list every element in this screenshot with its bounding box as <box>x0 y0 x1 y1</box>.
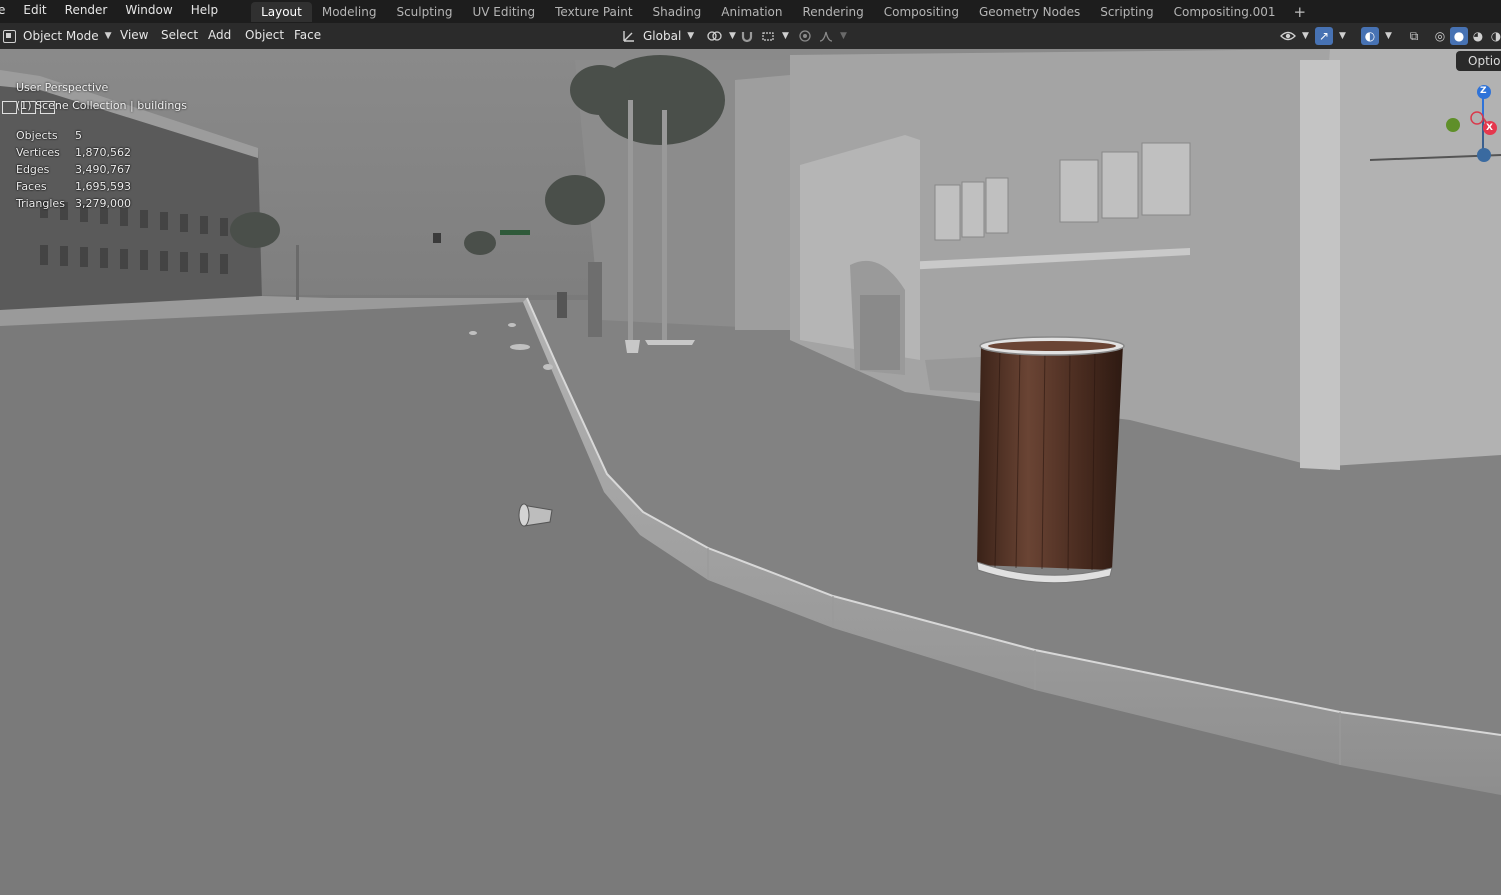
options-button[interactable]: Options <box>1456 51 1501 71</box>
shading-solid-button[interactable]: ● <box>1450 26 1468 46</box>
tab-geometry-nodes[interactable]: Geometry Nodes <box>969 2 1090 22</box>
menu-file[interactable]: e <box>0 0 14 23</box>
rendered-sphere-icon: ◑ <box>1490 29 1501 43</box>
shading-material-button[interactable]: ◕ <box>1469 26 1487 46</box>
tab-compositing[interactable]: Compositing <box>874 2 969 22</box>
solid-sphere-icon: ● <box>1450 27 1468 45</box>
add-menu[interactable]: Add <box>208 26 231 46</box>
chevron-down-icon: ▼ <box>729 31 736 41</box>
scene-render <box>0 49 1501 895</box>
3d-viewport[interactable]: Z X User Perspective (1) Scene Collectio… <box>0 49 1501 895</box>
chevron-down-icon: ▼ <box>1302 31 1309 41</box>
snap-toggle[interactable] <box>739 26 755 46</box>
chevron-down-icon: ▼ <box>1385 31 1392 41</box>
orientation-label: Global <box>643 29 682 43</box>
chevron-down-icon: ▼ <box>840 31 847 41</box>
top-bar: e Edit Render Window Help Layout Modelin… <box>0 0 1501 23</box>
select-new-icon[interactable] <box>2 101 17 114</box>
stat-row: Objects 5 <box>16 127 131 144</box>
stat-value: 3,490,767 <box>75 163 131 176</box>
falloff-curve-icon <box>819 31 833 42</box>
object-mode-select[interactable]: Object Mode ▼ <box>3 26 112 46</box>
add-workspace-button[interactable]: + <box>1286 2 1315 22</box>
material-sphere-icon: ◕ <box>1472 29 1484 43</box>
shading-wireframe-button[interactable]: ◎ <box>1431 26 1449 46</box>
chevron-down-icon: ▼ <box>104 31 112 41</box>
stat-value: 1,870,562 <box>75 146 131 159</box>
active-collection-label: (1) Scene Collection | buildings <box>16 99 188 112</box>
tab-uv-editing[interactable]: UV Editing <box>463 2 546 22</box>
xray-icon: ⧉ <box>1409 29 1419 43</box>
tab-rendering[interactable]: Rendering <box>792 2 873 22</box>
tab-layout[interactable]: Layout <box>251 1 312 22</box>
tab-sculpting[interactable]: Sculpting <box>386 2 462 22</box>
stat-row: Edges 3,490,767 <box>16 161 131 178</box>
stat-label: Vertices <box>16 146 60 159</box>
workspace-tabs: Layout Modeling Sculpting UV Editing Tex… <box>251 0 1314 23</box>
stat-label: Triangles <box>16 197 65 210</box>
object-menu[interactable]: Object <box>245 26 284 46</box>
transform-orientation-select[interactable]: Global ▼ <box>621 26 694 46</box>
tab-animation[interactable]: Animation <box>711 2 792 22</box>
proportional-editing-toggle[interactable] <box>797 26 813 46</box>
tab-scripting[interactable]: Scripting <box>1090 2 1163 22</box>
wireframe-sphere-icon: ◎ <box>1434 29 1446 43</box>
visibility-select[interactable]: ▼ <box>1280 26 1309 46</box>
stat-row: Faces 1,695,593 <box>16 178 131 195</box>
proportional-edit-icon <box>799 30 811 42</box>
snap-increment-icon <box>762 32 774 41</box>
stat-label: Edges <box>16 163 50 176</box>
scene-statistics: Objects 5 Vertices 1,870,562 Edges 3,490,76… <box>16 127 131 212</box>
stat-row: Vertices 1,870,562 <box>16 144 131 161</box>
menu-edit[interactable]: Edit <box>14 0 55 23</box>
chevron-down-icon: ▼ <box>687 31 695 41</box>
chevron-down-icon: ▼ <box>1339 31 1346 41</box>
tab-texture-paint[interactable]: Texture Paint <box>545 2 642 22</box>
view-perspective-label: User Perspective <box>16 81 109 94</box>
shading-rendered-button[interactable]: ◑ <box>1487 26 1501 46</box>
mode-label: Object Mode <box>23 29 99 43</box>
gizmo-toggle[interactable]: ↗ ▼ <box>1315 26 1346 46</box>
tab-compositing-001[interactable]: Compositing.001 <box>1164 2 1286 22</box>
magnet-icon <box>741 32 753 43</box>
object-mode-icon <box>3 29 16 43</box>
gizmo-icon: ↗ <box>1315 27 1333 45</box>
stat-label: Faces <box>16 180 47 193</box>
stat-value: 5 <box>75 129 82 142</box>
stat-value: 1,695,593 <box>75 180 131 193</box>
chevron-down-icon: ▼ <box>782 31 789 41</box>
menu-window[interactable]: Window <box>116 0 181 23</box>
stat-row: Triangles 3,279,000 <box>16 195 131 212</box>
xray-toggle[interactable]: ⧉ <box>1405 26 1423 46</box>
tab-shading[interactable]: Shading <box>643 2 712 22</box>
view-menu[interactable]: View <box>120 26 148 46</box>
orientation-axes-icon <box>623 31 634 42</box>
stat-label: Objects <box>16 129 58 142</box>
gizmo-z-label[interactable]: Z <box>1480 86 1487 96</box>
face-menu[interactable]: Face <box>294 26 321 46</box>
pivot-point-select[interactable]: ▼ <box>705 26 736 46</box>
overlays-icon: ◐ <box>1361 27 1379 45</box>
tab-modeling[interactable]: Modeling <box>312 2 387 22</box>
snap-target-select[interactable]: ▼ <box>760 26 789 46</box>
gizmo-x-label[interactable]: X <box>1486 123 1493 133</box>
viewport-header: Object Mode ▼ View Select Add Object Fac… <box>0 23 1501 49</box>
proportional-falloff-select[interactable]: ▼ <box>818 26 847 46</box>
eye-icon <box>1280 31 1296 41</box>
stat-value: 3,279,000 <box>75 197 131 210</box>
select-menu[interactable]: Select <box>161 26 198 46</box>
menu-render[interactable]: Render <box>56 0 117 23</box>
overlays-toggle[interactable]: ◐ ▼ <box>1361 26 1392 46</box>
menu-help[interactable]: Help <box>182 0 227 23</box>
pivot-icon <box>707 31 722 41</box>
